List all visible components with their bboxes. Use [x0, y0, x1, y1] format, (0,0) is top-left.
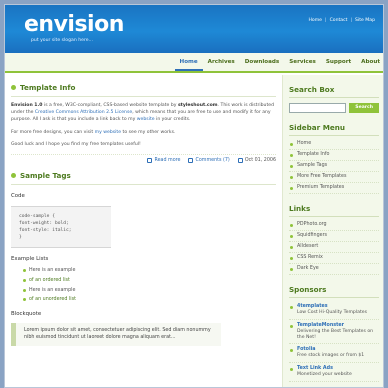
page-icon — [147, 158, 153, 164]
nav-about[interactable]: About — [356, 53, 383, 71]
link-css-remix[interactable]: CSS Remix — [289, 253, 379, 264]
text: to see my other works. — [121, 129, 176, 135]
sponsor-item: Text Link Ads Monetized your website — [289, 363, 379, 382]
goodluck-paragraph: Good luck and I hope you find my free te… — [11, 141, 141, 147]
sidebar-item-template-info[interactable]: Template Info — [289, 150, 379, 161]
template-info-panel: Template Info Envision 1.0 is a free, W3… — [11, 83, 276, 164]
sample-tags-title: Sample Tags — [20, 171, 71, 181]
list-item: Here is an example — [23, 268, 276, 274]
intro-paragraph: Envision 1.0 is a free, W3C-compliant, C… — [11, 102, 276, 124]
code-line: font-weight: bold; — [19, 221, 69, 227]
links-list: PDPhoto.org Squidfingers Alldesert CSS R… — [289, 220, 379, 275]
date-label: Oct 01, 2006 — [244, 158, 276, 164]
link-pdphoto[interactable]: PDPhoto.org — [289, 220, 379, 231]
author-name: styleshout.com — [177, 103, 218, 108]
website-link[interactable]: website — [137, 117, 155, 122]
link-dark-eye[interactable]: Dark Eye — [289, 264, 379, 275]
example-list: Here is an example of an ordered list He… — [23, 268, 276, 303]
main-content: Template Info Envision 1.0 is a free, W3… — [5, 75, 282, 387]
sponsor-item: TemplateMonster Delivering the Best Temp… — [289, 320, 379, 345]
code-heading: Code — [11, 193, 25, 200]
sidebar-item-home[interactable]: Home — [289, 139, 379, 150]
comments-link[interactable]: Comments (7) — [188, 158, 230, 164]
site-logo[interactable]: envision — [24, 12, 124, 37]
read-more-label: Read more — [154, 158, 181, 164]
read-more-link[interactable]: Read more — [147, 158, 181, 164]
sidebar-menu: Home Template Info Sample Tags More Free… — [289, 139, 379, 194]
template-name: Envision 1.0 — [11, 103, 43, 108]
toplink-sitemap[interactable]: Site Map — [355, 18, 375, 23]
header: envision put your site slogan here... Ho… — [5, 5, 383, 53]
more-designs-paragraph: For more free designs, you can visit my … — [11, 129, 276, 136]
sidebar-item-more-free-templates[interactable]: More Free Templates — [289, 172, 379, 183]
page-frame: envision put your site slogan here... Ho… — [4, 4, 384, 388]
sponsor-desc: Low Cost Hi-Quality Templates — [297, 310, 367, 315]
nav-archives[interactable]: Archives — [203, 53, 240, 71]
nav-services[interactable]: Services — [284, 53, 321, 71]
link-squidfingers[interactable]: Squidfingers — [289, 231, 379, 242]
lists-heading: Example Lists — [11, 256, 49, 263]
search-form: Search — [289, 103, 379, 113]
post-meta: Read more Comments (7) Oct 01, 2006 — [11, 154, 276, 164]
blockquote-heading: Blockquote — [11, 311, 42, 318]
panel-title: Sample Tags — [11, 171, 276, 186]
bullet-icon — [11, 173, 16, 179]
text: is a free, W3C-compliant, CSS-based webs… — [42, 103, 178, 108]
search-input[interactable] — [289, 103, 347, 113]
link-alldesert[interactable]: Alldesert — [289, 242, 379, 253]
list-item: of an unordered list — [23, 297, 276, 303]
separator: | — [350, 18, 353, 23]
bullet-icon — [11, 85, 16, 90]
sponsor-desc: Monetized your website — [297, 372, 352, 378]
toplink-contact[interactable]: Contact — [330, 18, 348, 23]
sidebar: Search Box Search Sidebar Menu Home Temp… — [282, 75, 383, 387]
menu-title: Sidebar Menu — [289, 123, 379, 136]
code-line: code-sample { — [19, 214, 55, 220]
code-block: code-sample { font-weight: bold; font-st… — [11, 206, 111, 249]
toplink-home[interactable]: Home — [308, 18, 322, 23]
text: For more free designs, you can visit — [11, 129, 95, 135]
sponsors-title: Sponsors — [289, 285, 379, 298]
sponsor-desc: Free stock images or from $1 — [297, 353, 365, 359]
sponsor-item: 4templates Low Cost Hi-Quality Templates — [289, 301, 379, 320]
links-title: Links — [289, 204, 379, 217]
site-slogan: put your site slogan here... — [31, 38, 93, 43]
post-date: Oct 01, 2006 — [237, 158, 276, 164]
search-title: Search Box — [289, 85, 379, 98]
sample-tags-panel: Sample Tags Code code-sample { font-weig… — [11, 171, 276, 347]
sidebar-item-sample-tags[interactable]: Sample Tags — [289, 161, 379, 172]
code-line: font-style: italic; — [19, 228, 72, 234]
code-line: } — [19, 235, 22, 241]
clock-icon — [237, 158, 243, 164]
my-website-link[interactable]: my website — [95, 130, 121, 135]
template-info-title: Template Info — [20, 83, 76, 92]
separator: | — [325, 18, 327, 23]
comments-label: Comments (7) — [195, 158, 230, 164]
search-button[interactable]: Search — [349, 103, 379, 113]
sponsor-item: Fotolia Free stock images or from $1 — [289, 344, 379, 364]
nav-home[interactable]: Home — [174, 53, 203, 71]
nav-support[interactable]: Support — [321, 53, 356, 71]
panel-title: Template Info — [11, 83, 276, 97]
top-links: Home | Contact | Site Map — [308, 18, 375, 23]
license-link[interactable]: Creative Commons Attribution 2.5 License — [35, 110, 132, 115]
sponsors-list: 4templates Low Cost Hi-Quality Templates… — [289, 301, 379, 382]
sponsor-desc: Delivering the Best Templates on the Net… — [297, 328, 374, 340]
sidebar-item-premium-templates[interactable]: Premium Templates — [289, 183, 379, 194]
list-item: of an ordered list — [23, 278, 276, 284]
main-nav: Home Archives Downloads Services Support… — [5, 53, 383, 73]
blockquote: Lorem ipsum dolor sit amet, consectetuer… — [11, 323, 221, 347]
list-item: Here is an example — [23, 288, 276, 294]
comment-icon — [188, 158, 194, 164]
nav-downloads[interactable]: Downloads — [240, 53, 285, 71]
text: in your credits. — [154, 117, 191, 123]
